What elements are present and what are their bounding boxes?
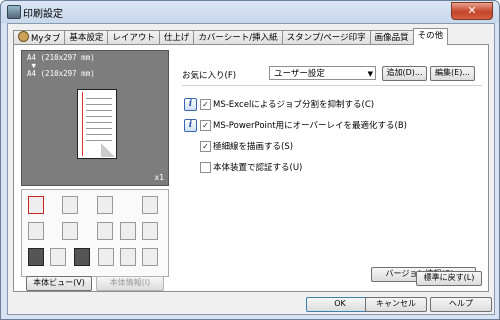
powerpoint-overlay-label: MS-PowerPoint用にオーバーレイを最適化する(B)	[213, 121, 407, 131]
window-title: 印刷設定	[23, 9, 63, 20]
text-line	[86, 134, 112, 135]
transfer-icon[interactable]	[142, 196, 158, 214]
copies-count: x1	[154, 173, 164, 182]
tab-basic[interactable]: 基本設定	[64, 30, 109, 45]
thin-line-label: 極細線を描画する(S)	[213, 142, 294, 152]
staple-icon[interactable]	[62, 196, 78, 214]
paper-preview: A4 (210x297 mm) ▼ A4 (210x297 mm) x1	[21, 50, 169, 186]
authentication-icon[interactable]	[74, 248, 90, 266]
lock-icon[interactable]	[120, 248, 136, 266]
authenticate-label: 本体装置で認証する(U)	[213, 163, 303, 173]
trash-icon[interactable]	[142, 248, 158, 266]
tab-panel-other: A4 (210x297 mm) ▼ A4 (210x297 mm) x1 本体ビ…	[13, 44, 489, 292]
printer-icon	[7, 5, 21, 19]
machine-view-grid	[21, 189, 169, 277]
tab-my-tab[interactable]: Myタブ	[13, 30, 66, 45]
tab-finishing[interactable]: 仕上げ	[158, 30, 195, 45]
restore-defaults-button[interactable]: 標準に戻す(L)	[416, 271, 482, 286]
document-icon[interactable]	[120, 222, 136, 240]
machine-info-button[interactable]: 本体情報(I)	[96, 276, 164, 291]
info-icon[interactable]: i	[184, 119, 197, 132]
ok-button[interactable]: OK	[306, 297, 374, 312]
add-favorite-button[interactable]: 追加(D)...	[382, 66, 427, 81]
tab-stamp[interactable]: スタンプ/ページ印字	[281, 30, 371, 45]
paper-size-text: A4 (210x297 mm) ▼ A4 (210x297 mm)	[27, 53, 95, 78]
settings-icon[interactable]	[98, 248, 114, 266]
tab-other[interactable]: その他	[412, 28, 449, 45]
text-line	[86, 128, 112, 129]
close-button[interactable]: ✕	[451, 2, 493, 20]
help-button[interactable]: ヘルプ	[430, 297, 492, 312]
excel-split-label: MS-Excelによるジョブ分割を抑制する(C)	[213, 100, 375, 110]
copy-icon[interactable]	[97, 196, 113, 214]
tab-layout[interactable]: レイアウト	[107, 30, 160, 45]
powerpoint-overlay-checkbox[interactable]: ✓	[200, 120, 211, 131]
stamp-icon[interactable]	[142, 222, 158, 240]
tab-bar: Myタブ 基本設定 レイアウト 仕上げ カバーシート/挿入紙 スタンプ/ページ印…	[13, 28, 449, 45]
multi-page-icon[interactable]	[28, 222, 44, 240]
font-icon[interactable]	[97, 222, 113, 240]
title-bar: 印刷設定 ✕	[1, 1, 499, 23]
margin-line	[82, 92, 83, 156]
favorites-select[interactable]: ユーザー設定 ▼	[269, 66, 376, 80]
cancel-button[interactable]: キャンセル	[365, 297, 427, 312]
print-settings-window: 印刷設定 ✕ Myタブ 基本設定 レイアウト 仕上げ カバーシート/挿入紙 スタ…	[0, 0, 500, 320]
authenticate-checkbox[interactable]	[200, 162, 211, 173]
book-icon[interactable]	[62, 222, 78, 240]
excel-split-checkbox[interactable]: ✓	[200, 99, 211, 110]
chevron-down-icon: ▼	[367, 70, 373, 78]
machine-view-button[interactable]: 本体ビュー(V)	[26, 276, 92, 291]
page-curl	[101, 143, 115, 157]
user-icon	[18, 31, 29, 42]
edit-favorite-button[interactable]: 編集(E)...	[430, 66, 475, 81]
dialog-body: Myタブ 基本設定 レイアウト 仕上げ カバーシート/挿入紙 スタンプ/ページ印…	[7, 23, 495, 315]
text-line	[86, 110, 112, 111]
tray-icon[interactable]	[28, 196, 44, 214]
divider	[182, 85, 482, 86]
tab-cover-sheet[interactable]: カバーシート/挿入紙	[193, 30, 283, 45]
phone-icon[interactable]	[28, 248, 44, 266]
text-line	[86, 116, 112, 117]
favorites-label: お気に入り(F)	[182, 71, 237, 81]
info-icon[interactable]: i	[184, 98, 197, 111]
text-line	[86, 98, 112, 99]
user-box-icon[interactable]	[50, 248, 66, 266]
text-line	[86, 104, 112, 105]
text-line	[86, 122, 112, 123]
tab-image-quality[interactable]: 画像品質	[369, 30, 414, 45]
text-line	[86, 140, 112, 141]
thin-line-checkbox[interactable]: ✓	[200, 141, 211, 152]
